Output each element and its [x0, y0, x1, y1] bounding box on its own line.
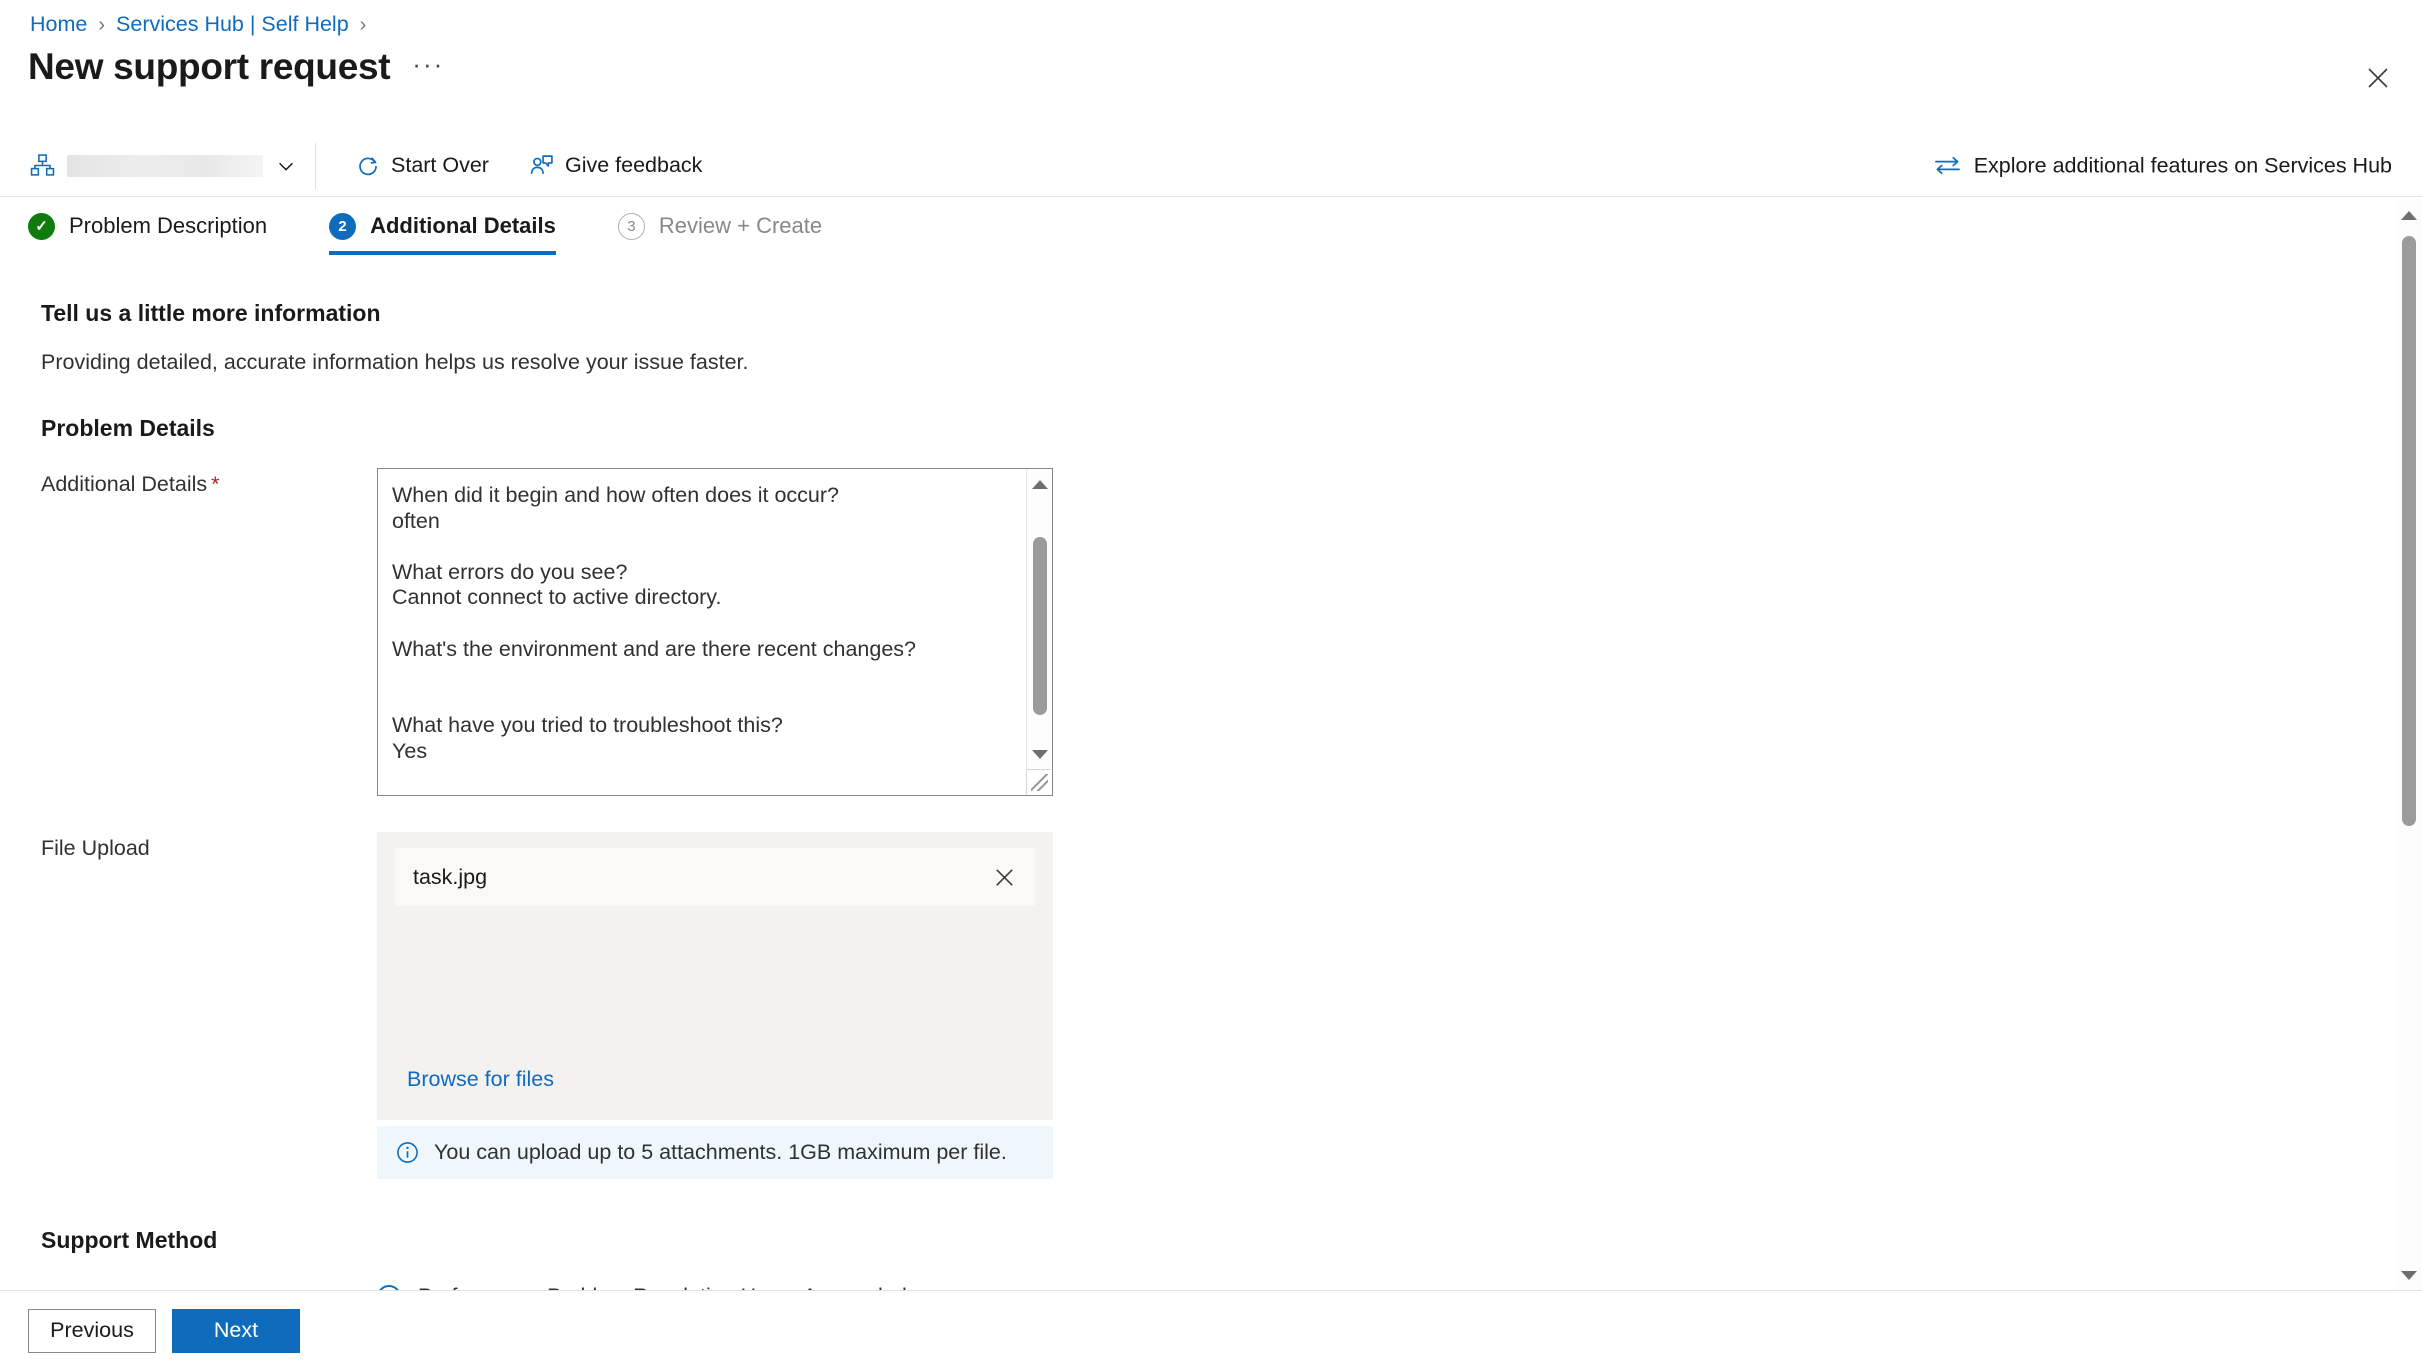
problem-details-group-title: Problem Details — [41, 415, 215, 441]
upload-info-text: You can upload up to 5 attachments. 1GB … — [434, 1140, 1007, 1164]
page-scroll-thumb[interactable] — [2402, 236, 2416, 826]
explore-label: Explore additional features on Services … — [1973, 153, 2392, 177]
tab-additional-details[interactable]: 2 Additional Details — [329, 197, 580, 255]
info-icon — [397, 1142, 418, 1163]
explore-services-hub-link[interactable]: Explore additional features on Services … — [1934, 153, 2392, 178]
page-scrollbar[interactable] — [2396, 200, 2422, 1290]
breadcrumb-item-home[interactable]: Home — [30, 12, 87, 37]
close-button[interactable] — [2356, 56, 2400, 100]
uploaded-file-name: task.jpg — [413, 864, 488, 889]
form-scroll-area[interactable]: Tell us a little more information Provid… — [0, 262, 2422, 1290]
refresh-icon — [359, 156, 377, 175]
previous-button[interactable]: Previous — [28, 1308, 156, 1353]
scroll-down-arrow-icon[interactable] — [1027, 741, 1053, 767]
additional-details-label-wrap: Additional Details * — [0, 468, 377, 796]
chevron-down-icon — [279, 162, 293, 171]
additional-details-control: When did it begin and how often does it … — [377, 468, 1053, 796]
scroll-up-arrow-icon[interactable] — [1027, 471, 1053, 497]
feedback-person-icon — [530, 155, 553, 174]
step-complete-icon: ✓ — [28, 212, 55, 240]
uploaded-file-row: task.jpg — [395, 848, 1035, 906]
hierarchy-icon — [30, 154, 55, 176]
transfer-arrows-icon — [1934, 156, 1960, 175]
file-upload-label: File Upload — [41, 836, 150, 860]
file-drop-zone[interactable]: task.jpg Browse for files — [377, 832, 1053, 1120]
step-number-badge: 3 — [617, 212, 645, 240]
additional-details-field: Additional Details * When did it begin an… — [0, 468, 2422, 796]
support-method-group-title: Support Method — [41, 1227, 218, 1253]
tab-review-create[interactable]: 3 Review + Create — [617, 197, 846, 255]
give-feedback-button[interactable]: Give feedback — [513, 143, 718, 189]
upload-info-banner: You can upload up to 5 attachments. 1GB … — [377, 1126, 1053, 1179]
close-icon — [2368, 68, 2388, 88]
more-options-button[interactable]: ··· — [412, 49, 444, 89]
breadcrumb-separator-icon: › — [98, 13, 106, 36]
tab-additional-details-label: Additional Details — [370, 213, 556, 238]
remove-file-button[interactable] — [992, 865, 1017, 890]
wizard-tabs: ✓ Problem Description 2 Additional Detai… — [0, 197, 2422, 261]
next-button[interactable]: Next — [172, 1308, 300, 1353]
title-row: New support request ··· — [28, 46, 444, 89]
page-title: New support request — [28, 46, 391, 87]
file-upload-field: File Upload task.jpg Browse for files Yo… — [0, 832, 2422, 1179]
start-over-button[interactable]: Start Over — [340, 143, 505, 189]
scope-picker[interactable] — [0, 142, 316, 189]
additional-details-value: When did it begin and how often does it … — [392, 483, 916, 763]
page-scroll-down-arrow-icon[interactable] — [2396, 1262, 2422, 1288]
form-subheading: Providing detailed, accurate information… — [41, 350, 749, 374]
wizard-footer: Previous Next — [0, 1290, 2422, 1370]
breadcrumb: Home › Services Hub | Self Help › — [30, 12, 366, 37]
give-feedback-label: Give feedback — [564, 153, 703, 177]
required-marker: * — [211, 472, 220, 496]
tab-problem-description[interactable]: ✓ Problem Description — [28, 197, 291, 255]
textarea-scroll-thumb[interactable] — [1033, 537, 1047, 715]
breadcrumb-separator-icon: › — [359, 13, 367, 36]
textarea-resize-handle[interactable] — [1026, 769, 1051, 794]
support-request-page: Home › Services Hub | Self Help › New su… — [0, 0, 2422, 1370]
scope-value-redacted — [67, 154, 263, 177]
page-scroll-up-arrow-icon[interactable] — [2396, 202, 2422, 228]
step-number-badge: 2 — [329, 212, 357, 240]
additional-details-textarea[interactable]: When did it begin and how often does it … — [377, 468, 1053, 796]
start-over-label: Start Over — [391, 153, 489, 177]
close-icon — [996, 868, 1013, 886]
textarea-scrollbar[interactable] — [1026, 469, 1052, 795]
tab-review-create-label: Review + Create — [658, 213, 823, 238]
additional-details-label: Additional Details — [41, 472, 208, 496]
browse-for-files-link[interactable]: Browse for files — [407, 1067, 554, 1092]
form-heading: Tell us a little more information — [41, 300, 381, 326]
file-upload-control: task.jpg Browse for files You can upload… — [377, 832, 1053, 1179]
command-bar: Start Over Give feedback Explore additio… — [0, 135, 2422, 197]
breadcrumb-item-services-hub[interactable]: Services Hub | Self Help — [116, 12, 349, 37]
tab-problem-description-label: Problem Description — [69, 213, 268, 238]
